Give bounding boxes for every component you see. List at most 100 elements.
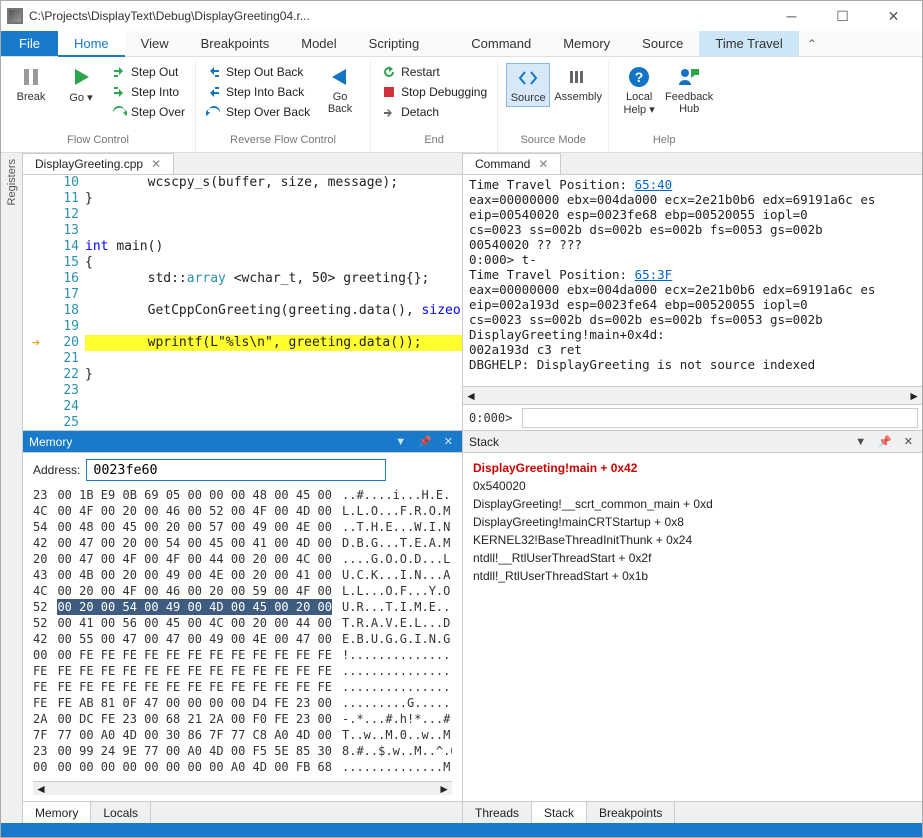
feedback-hub-button[interactable]: Feedback Hub: [667, 63, 711, 117]
dropdown-icon[interactable]: ▼: [392, 436, 409, 448]
ribbon-group-reverse-label: Reverse Flow Control: [204, 132, 362, 150]
source-tab[interactable]: DisplayGreeting.cpp ✕: [23, 153, 174, 174]
command-scrollbar[interactable]: ◄►: [463, 386, 922, 404]
command-tabs: Command ✕: [463, 153, 922, 175]
pin-icon[interactable]: 📌: [875, 435, 895, 448]
file-menu[interactable]: File: [1, 31, 58, 56]
local-help-button[interactable]: ? Local Help ▾: [617, 63, 661, 118]
hex-row[interactable]: 2000 47 00 4F 00 4F 00 44 00 20 00 4C 00…: [33, 551, 452, 567]
break-button[interactable]: Break: [9, 63, 53, 105]
code-line[interactable]: {: [85, 255, 462, 271]
step-into-icon: [111, 84, 127, 100]
hex-row[interactable]: 4200 55 00 47 00 47 00 49 00 4E 00 47 00…: [33, 631, 452, 647]
hex-row[interactable]: 4C00 4F 00 20 00 46 00 52 00 4F 00 4D 00…: [33, 503, 452, 519]
code-line[interactable]: GetCppConGreeting(greeting.data(), sizeo…: [85, 303, 462, 319]
hex-row[interactable]: 2A00 DC FE 23 00 68 21 2A 00 F0 FE 23 00…: [33, 711, 452, 727]
hex-row[interactable]: 4C00 20 00 4F 00 46 00 20 00 59 00 4F 00…: [33, 583, 452, 599]
stack-frame[interactable]: 0x540020: [473, 477, 912, 495]
stack-frame[interactable]: DisplayGreeting!__scrt_common_main + 0xd: [473, 495, 912, 513]
hex-row[interactable]: 5200 20 00 54 00 49 00 4D 00 45 00 20 00…: [33, 599, 452, 615]
code-line[interactable]: }: [85, 191, 462, 207]
bottom-tab-stack[interactable]: Stack: [532, 802, 587, 823]
code-line[interactable]: [85, 415, 462, 430]
collapse-ribbon-icon[interactable]: ⌃: [799, 31, 825, 56]
command-tab[interactable]: Command ✕: [463, 153, 561, 174]
menu-time-travel[interactable]: Time Travel: [699, 31, 798, 56]
hex-view[interactable]: 2300 1B E9 0B 69 05 00 00 00 48 00 45 00…: [33, 487, 452, 781]
hex-row[interactable]: 5200 41 00 56 00 45 00 4C 00 20 00 44 00…: [33, 615, 452, 631]
hex-row[interactable]: 0000 00 00 00 00 00 00 00 A0 4D 00 FB 68…: [33, 759, 452, 775]
step-into-button[interactable]: Step Into: [109, 83, 187, 101]
stack-frames[interactable]: DisplayGreeting!main + 0x420x540020Displ…: [463, 453, 922, 591]
code-line[interactable]: [85, 351, 462, 367]
maximize-button[interactable]: ☐: [820, 1, 865, 31]
hex-row[interactable]: 4300 4B 00 20 00 49 00 4E 00 20 00 41 00…: [33, 567, 452, 583]
command-input-row: 0:000>: [463, 404, 922, 430]
restart-button[interactable]: Restart: [379, 63, 489, 81]
minimize-button[interactable]: ─: [769, 1, 814, 31]
code-line[interactable]: [85, 207, 462, 223]
step-out-back-button[interactable]: Step Out Back: [204, 63, 312, 81]
go-back-button[interactable]: Go Back: [318, 63, 362, 117]
hex-row[interactable]: 4200 47 00 20 00 54 00 45 00 41 00 4D 00…: [33, 535, 452, 551]
dropdown-icon[interactable]: ▼: [852, 436, 869, 448]
bottom-tab-breakpoints[interactable]: Breakpoints: [587, 802, 675, 823]
stop-debugging-button[interactable]: Stop Debugging: [379, 83, 489, 101]
hex-row[interactable]: 7F77 00 A0 4D 00 30 86 7F 77 C8 A0 4D 00…: [33, 727, 452, 743]
go-button[interactable]: Go ▾: [59, 63, 103, 106]
hex-row[interactable]: FEFE AB 81 0F 47 00 00 00 00 D4 FE 23 00…: [33, 695, 452, 711]
step-over-button[interactable]: Step Over: [109, 103, 187, 121]
bottom-tab-locals[interactable]: Locals: [91, 802, 151, 823]
close-command-tab-icon[interactable]: ✕: [538, 157, 548, 171]
detach-button[interactable]: Detach: [379, 103, 489, 121]
source-body[interactable]: ➔10111213141516171819202122232425 wcscpy…: [23, 175, 462, 430]
step-into-back-button[interactable]: Step Into Back: [204, 83, 312, 101]
hex-row[interactable]: FEFE FE FE FE FE FE FE FE FE FE FE FE FE…: [33, 663, 452, 679]
assembly-mode-button[interactable]: Assembly: [556, 63, 600, 105]
code-line[interactable]: [85, 223, 462, 239]
hex-row[interactable]: 2300 1B E9 0B 69 05 00 00 00 48 00 45 00…: [33, 487, 452, 503]
menu-command[interactable]: Command: [455, 31, 547, 56]
command-input[interactable]: [522, 408, 918, 428]
code-line[interactable]: wcscpy_s(buffer, size, message);: [85, 175, 462, 191]
menu-breakpoints[interactable]: Breakpoints: [185, 31, 286, 56]
menu-memory[interactable]: Memory: [547, 31, 626, 56]
hex-row[interactable]: 2300 99 24 9E 77 00 A0 4D 00 F5 5E 85 30…: [33, 743, 452, 759]
close-stack-icon[interactable]: ✕: [901, 435, 916, 448]
stack-frame[interactable]: ntdll!_RtlUserThreadStart + 0x1b: [473, 567, 912, 585]
address-input[interactable]: [86, 459, 386, 481]
close-memory-icon[interactable]: ✕: [441, 435, 456, 448]
step-over-back-button[interactable]: Step Over Back: [204, 103, 312, 121]
menu-scripting[interactable]: Scripting: [353, 31, 436, 56]
code-line[interactable]: wprintf(L"%ls\n", greeting.data());: [85, 335, 462, 351]
code-line[interactable]: [85, 399, 462, 415]
close-button[interactable]: ✕: [871, 1, 916, 31]
stack-frame[interactable]: DisplayGreeting!mainCRTStartup + 0x8: [473, 513, 912, 531]
step-out-button[interactable]: Step Out: [109, 63, 187, 81]
code-line[interactable]: [85, 287, 462, 303]
registers-rail[interactable]: Registers: [1, 153, 23, 823]
command-output[interactable]: Time Travel Position: 65:40eax=00000000 …: [463, 175, 922, 386]
code-line[interactable]: }: [85, 367, 462, 383]
close-tab-icon[interactable]: ✕: [151, 157, 161, 171]
code-line[interactable]: [85, 383, 462, 399]
stack-bottom-tabs: Threads Stack Breakpoints: [463, 801, 922, 823]
hex-row[interactable]: 0000 FE FE FE FE FE FE FE FE FE FE FE FE…: [33, 647, 452, 663]
stack-frame[interactable]: KERNEL32!BaseThreadInitThunk + 0x24: [473, 531, 912, 549]
code-line[interactable]: std::array <wchar_t, 50> greeting{};: [85, 271, 462, 287]
menu-home[interactable]: Home: [58, 31, 125, 57]
pin-icon[interactable]: 📌: [415, 435, 435, 448]
source-mode-button[interactable]: Source: [506, 63, 550, 107]
code-line[interactable]: [85, 319, 462, 335]
memory-scrollbar[interactable]: ◄►: [33, 781, 452, 795]
menu-source[interactable]: Source: [626, 31, 699, 56]
code-line[interactable]: int main(): [85, 239, 462, 255]
bottom-tab-memory[interactable]: Memory: [23, 802, 91, 823]
menu-model[interactable]: Model: [285, 31, 352, 56]
menu-view[interactable]: View: [125, 31, 185, 56]
hex-row[interactable]: FEFE FE FE FE FE FE FE FE FE FE FE FE FE…: [33, 679, 452, 695]
stack-frame[interactable]: ntdll!__RtlUserThreadStart + 0x2f: [473, 549, 912, 567]
hex-row[interactable]: 5400 48 00 45 00 20 00 57 00 49 00 4E 00…: [33, 519, 452, 535]
stack-frame[interactable]: DisplayGreeting!main + 0x42: [473, 459, 912, 477]
bottom-tab-threads[interactable]: Threads: [463, 802, 532, 823]
